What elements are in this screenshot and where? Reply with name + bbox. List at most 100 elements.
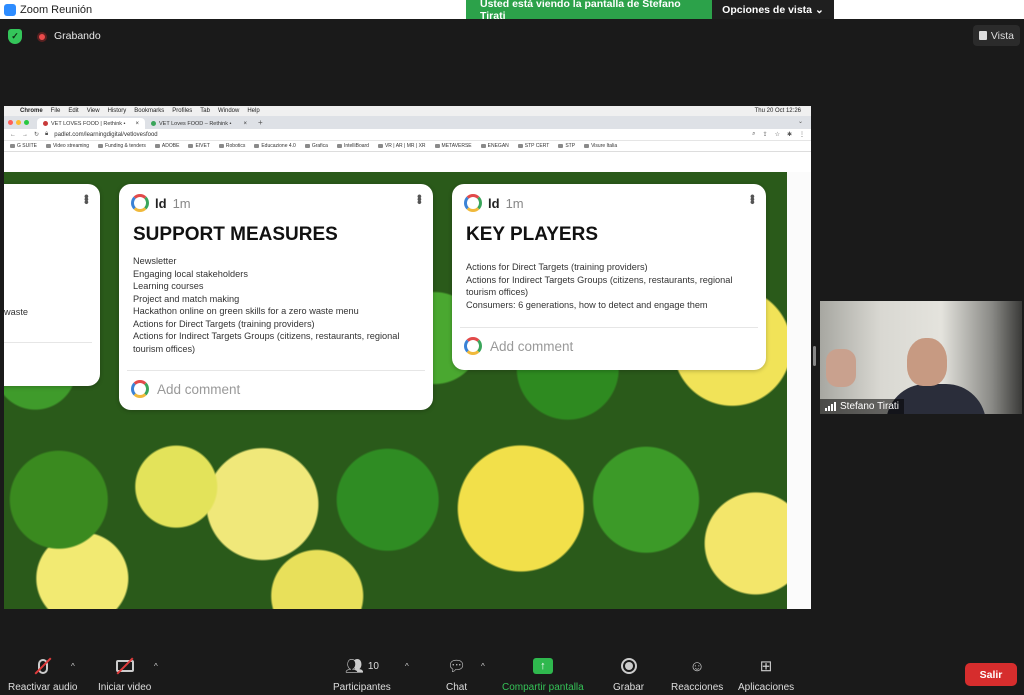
padlet-post-card: ld 1m ••• KEY PLAYERS Actions for Direct…	[452, 184, 766, 370]
bookmark-item: EIVET	[188, 143, 209, 149]
bookmark-item: ENEGAN	[481, 143, 509, 149]
padlet-post-card: ••• waste	[4, 184, 100, 386]
close-tab-icon: ×	[243, 120, 247, 127]
post-body: Actions for Direct Targets (training pro…	[466, 261, 732, 311]
post-divider	[127, 370, 425, 371]
bookmark-item: Robotics	[219, 143, 245, 149]
back-icon: ←	[10, 131, 16, 138]
unmute-label: Reactivar audio	[8, 682, 78, 693]
participant-video-tile[interactable]: Stefano Tirati	[820, 301, 1022, 414]
reactions-button[interactable]: ☺ Reacciones	[671, 656, 724, 694]
record-label: Grabar	[613, 682, 645, 693]
panel-resize-handle[interactable]	[813, 346, 816, 366]
bookmark-item: ADOBE	[155, 143, 180, 149]
star-icon: ☆	[774, 132, 780, 138]
view-layout-icon	[978, 31, 987, 40]
menubar-item: Profiles	[172, 108, 193, 114]
forward-icon: →	[22, 131, 28, 138]
participants-button[interactable]: 👥︎ 10 Participantes	[333, 656, 391, 693]
post-author: ld	[488, 195, 500, 211]
add-comment-placeholder: Add comment	[490, 338, 574, 354]
page-scroll-strip	[787, 172, 811, 609]
browser-tab: VET Loves FOOD – Rethink • ×	[145, 118, 253, 129]
bookmark-item: STP	[558, 143, 575, 149]
bookmark-item: Educazione 4.0	[254, 143, 295, 149]
post-line: waste	[4, 307, 29, 317]
recording-label: Grabando	[54, 30, 101, 42]
tab-favicon-icon	[43, 121, 48, 126]
menubar-item: History	[107, 108, 127, 114]
padlet-logo-icon	[131, 194, 149, 212]
padlet-logo-icon	[464, 194, 482, 212]
menubar-item: Help	[247, 108, 260, 114]
chevron-down-icon: ⌄	[815, 3, 824, 16]
more-options-icon: •••	[412, 194, 428, 203]
participants-options-chevron-icon[interactable]: ^	[405, 662, 409, 671]
tab-label: VET LOVES FOOD | Rethink •	[51, 120, 126, 127]
post-line: Actions for Indirect Targets Groups (cit…	[133, 331, 400, 341]
browser-tabbar: VET LOVES FOOD | Rethink • × VET Loves F…	[4, 116, 811, 129]
zoom-app-icon	[4, 3, 16, 16]
reactions-label: Reacciones	[671, 682, 724, 693]
minimize-window-icon	[16, 120, 21, 125]
share-screen-label: Compartir pantalla	[502, 682, 584, 693]
menubar-item: Bookmarks	[134, 108, 165, 114]
browser-tab: VET LOVES FOOD | Rethink • ×	[37, 118, 145, 129]
start-video-label: Iniciar video	[98, 682, 152, 693]
security-shield-icon[interactable]: ✓	[8, 29, 22, 44]
add-comment-button[interactable]: Add comment	[464, 337, 573, 355]
bookmark-item: IntelliBoard	[337, 143, 369, 149]
menubar-item: Tab	[200, 108, 210, 114]
leave-meeting-button[interactable]: Salir	[965, 663, 1017, 686]
new-tab-icon: +	[258, 118, 263, 127]
view-options-button[interactable]: Opciones de vista ⌄	[712, 0, 834, 19]
more-options-icon: •••	[745, 194, 761, 203]
chat-options-chevron-icon[interactable]: ^	[481, 662, 485, 671]
commenter-avatar-icon	[131, 380, 149, 398]
post-line: Actions for Direct Targets (training pro…	[466, 262, 648, 272]
audio-options-chevron-icon[interactable]: ^	[71, 662, 75, 671]
chat-button[interactable]: 💬︎ Chat	[446, 656, 467, 693]
tab-favicon-icon	[151, 121, 156, 126]
participant-name: Stefano Tirati	[840, 401, 899, 412]
share-banner-message: Usted está viendo la pantalla de Stefano…	[466, 0, 712, 22]
address-url: padlet.com/learningdigital/vetlovesfood	[54, 131, 158, 138]
chat-bubble-icon: 💬︎	[447, 658, 467, 675]
window-title: Zoom Reunión	[20, 3, 93, 16]
meeting-top-bar: ✓ Grabando Vista	[0, 19, 1024, 55]
post-body: waste	[4, 306, 28, 319]
post-author: ld	[155, 195, 167, 211]
bookmark-item: Grafica	[305, 143, 328, 149]
post-line: Hackathon online on green skills for a z…	[133, 306, 359, 316]
window-controls	[8, 120, 29, 125]
post-line: Consumers: 6 generations, how to detect …	[466, 299, 708, 310]
apps-label: Aplicaciones	[738, 682, 795, 693]
post-title: KEY PLAYERS	[466, 224, 598, 245]
view-button-label: Vista	[990, 29, 1014, 42]
post-line: Actions for Indirect Targets Groups (cit…	[466, 274, 733, 285]
unmute-button[interactable]: Reactivar audio	[8, 656, 77, 693]
search-icon: ⌕	[752, 131, 756, 137]
menu-icon: ⋮	[799, 132, 805, 138]
video-options-chevron-icon[interactable]: ^	[154, 662, 158, 671]
share-screen-button[interactable]: ↑ Compartir pantalla	[502, 656, 584, 693]
add-comment-button[interactable]: Add comment	[131, 380, 240, 398]
tab-label: VET Loves FOOD – Rethink •	[159, 120, 232, 127]
post-line: Engaging local stakeholders	[133, 268, 248, 279]
meeting-toolbar: Reactivar audio ^ Iniciar video ^ 👥︎ 10 P…	[0, 648, 1024, 695]
smiley-icon: ☺	[689, 657, 705, 675]
post-line: Learning courses	[133, 281, 204, 291]
bookmark-item: VR | AR | MR | XR	[378, 143, 426, 149]
reload-icon: ↻	[34, 132, 40, 138]
post-header: ld 1m	[131, 194, 191, 212]
bookmark-item: Visure Italia	[584, 143, 617, 149]
menubar-item: Chrome	[20, 108, 43, 114]
view-button[interactable]: Vista	[972, 25, 1020, 46]
start-video-button[interactable]: Iniciar video	[98, 656, 151, 693]
apps-button[interactable]: ⊞ Aplicaciones	[738, 656, 794, 693]
record-button[interactable]: Grabar	[613, 656, 644, 693]
participants-icon: 👥︎ 10	[344, 658, 379, 675]
post-header: ld 1m	[464, 194, 524, 212]
bookmark-item: G SUITE	[10, 143, 37, 149]
post-line: tourism offices)	[466, 287, 529, 297]
